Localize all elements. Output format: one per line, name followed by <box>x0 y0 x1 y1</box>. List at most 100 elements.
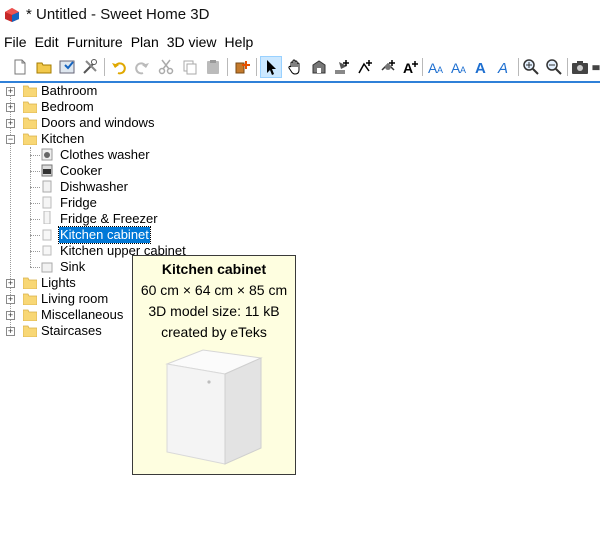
redo-icon[interactable] <box>132 57 152 77</box>
tree-category-label: Bathroom <box>41 83 98 98</box>
sink-icon <box>41 262 53 273</box>
tree-item-label: Fridge <box>60 195 97 210</box>
tree-category-bathroom[interactable]: + Bathroom <box>0 83 160 99</box>
tree-item-label: Dishwasher <box>60 179 128 194</box>
tree-item-label: Clothes washer <box>60 147 150 162</box>
expand-icon[interactable]: + <box>6 327 15 336</box>
fridge-freezer-icon <box>43 211 51 224</box>
new-icon[interactable] <box>10 57 30 77</box>
furniture-tooltip: Kitchen cabinet 60 cm × 64 cm × 85 cm 3D… <box>132 255 296 475</box>
folder-icon <box>23 309 37 321</box>
title-bar: * Untitled - Sweet Home 3D <box>0 0 600 31</box>
dishwasher-icon <box>42 180 52 193</box>
tree-item-fridge-and-freezer[interactable]: Fridge & Freezer <box>30 211 170 227</box>
clothes-washer-icon <box>41 148 53 161</box>
tree-category-label: Kitchen <box>41 131 85 146</box>
tooltip-dimensions: 60 cm × 64 cm × 85 cm <box>140 282 288 298</box>
folder-icon <box>23 85 37 97</box>
tree-item-label: Sink <box>60 259 86 274</box>
open-icon[interactable] <box>34 57 54 77</box>
expand-icon[interactable]: + <box>6 87 15 96</box>
pan-mode-icon[interactable] <box>285 57 305 77</box>
paste-icon[interactable] <box>203 57 223 77</box>
menu-plan[interactable]: Plan <box>127 32 162 52</box>
tree-item-dishwasher[interactable]: Dishwasher <box>30 179 170 195</box>
tooltip-title: Kitchen cabinet <box>161 261 267 277</box>
tooltip-model-size: 3D model size: 11 kB <box>148 303 280 319</box>
create-dimensions-icon[interactable] <box>378 57 398 77</box>
undo-icon[interactable] <box>109 57 129 77</box>
furniture-catalog-tree[interactable]: + Bathroom + Bedroom + Doors and windows… <box>0 83 600 553</box>
kitchen-upper-cabinet-icon <box>42 245 52 256</box>
tree-category-kitchen[interactable]: − Kitchen <box>0 131 160 147</box>
tree-category-label: Miscellaneous <box>41 307 124 322</box>
menu-furniture[interactable]: Furniture <box>63 32 126 52</box>
add-furniture-icon[interactable] <box>232 57 252 77</box>
tree-category-label: Bedroom <box>41 99 94 114</box>
cooker-icon <box>41 164 53 177</box>
zoom-in-icon[interactable] <box>521 57 541 77</box>
menu-bar: File Edit Furniture Plan 3D view Help <box>0 32 600 52</box>
tree-category-living-room[interactable]: + Living room <box>0 291 130 307</box>
fridge-icon <box>42 196 52 209</box>
toolbar: A AA AA A A <box>0 54 600 80</box>
copy-icon[interactable] <box>180 57 200 77</box>
folder-icon <box>23 277 37 289</box>
menu-edit[interactable]: Edit <box>31 32 62 52</box>
create-photo-icon[interactable] <box>570 57 590 77</box>
expand-icon[interactable]: + <box>6 119 15 128</box>
menu-help[interactable]: Help <box>221 32 257 52</box>
create-video-icon[interactable] <box>592 57 600 77</box>
expand-icon[interactable]: + <box>6 311 15 320</box>
save-icon[interactable] <box>57 57 77 77</box>
expand-icon[interactable]: + <box>6 279 15 288</box>
menu-3d-view[interactable]: 3D view <box>163 32 220 52</box>
kitchen-cabinet-preview-image <box>165 349 263 465</box>
svg-text:A: A <box>497 60 508 76</box>
text-style-icon-2[interactable]: AA <box>449 57 469 77</box>
open-folder-icon <box>23 133 37 145</box>
window-title: * Untitled - Sweet Home 3D <box>26 6 210 23</box>
create-polylines-icon[interactable] <box>355 57 375 77</box>
folder-icon <box>23 101 37 113</box>
text-style-italic-icon[interactable]: A <box>495 57 515 77</box>
tree-category-bedroom[interactable]: + Bedroom <box>0 99 160 115</box>
tree-category-label: Living room <box>41 291 109 306</box>
tree-item-fridge[interactable]: Fridge <box>30 195 170 211</box>
svg-text:A: A <box>460 65 466 75</box>
tree-item-cooker[interactable]: Cooker <box>30 163 170 179</box>
create-rooms-icon[interactable] <box>309 57 329 77</box>
tree-category-doors-and-windows[interactable]: + Doors and windows <box>0 115 200 131</box>
tooltip-creator: created by eTeks <box>161 324 267 340</box>
tree-item-label: Cooker <box>60 163 102 178</box>
app-icon <box>5 8 19 22</box>
tree-category-label: Staircases <box>41 323 102 338</box>
collapse-icon[interactable]: − <box>6 135 15 144</box>
text-style-icon-1[interactable]: AA <box>426 57 446 77</box>
tree-item-kitchen-cabinet[interactable]: Kitchen cabinet <box>30 226 170 244</box>
expand-icon[interactable]: + <box>6 103 15 112</box>
tree-category-staircases[interactable]: + Staircases <box>0 323 130 339</box>
folder-icon <box>23 293 37 305</box>
kitchen-cabinet-icon <box>42 229 52 241</box>
text-style-bold-icon[interactable]: A <box>472 57 492 77</box>
preferences-icon[interactable] <box>80 57 100 77</box>
tree-item-label: Fridge & Freezer <box>60 211 158 226</box>
cut-icon[interactable] <box>156 57 176 77</box>
svg-text:A: A <box>437 65 443 75</box>
expand-icon[interactable]: + <box>6 295 15 304</box>
folder-icon <box>23 117 37 129</box>
tree-item-clothes-washer[interactable]: Clothes washer <box>30 147 170 163</box>
svg-text:A: A <box>403 60 413 76</box>
create-walls-icon[interactable] <box>332 57 352 77</box>
tree-category-miscellaneous[interactable]: + Miscellaneous <box>0 307 130 323</box>
select-mode-icon[interactable] <box>260 56 282 78</box>
zoom-out-icon[interactable] <box>544 57 564 77</box>
add-text-icon[interactable]: A <box>400 57 420 77</box>
menu-file[interactable]: File <box>0 32 30 52</box>
tree-category-label: Lights <box>41 275 76 290</box>
tree-item-label-selected: Kitchen cabinet <box>58 226 151 244</box>
folder-icon <box>23 325 37 337</box>
tree-category-lights[interactable]: + Lights <box>0 275 130 291</box>
tree-category-label: Doors and windows <box>41 115 155 130</box>
